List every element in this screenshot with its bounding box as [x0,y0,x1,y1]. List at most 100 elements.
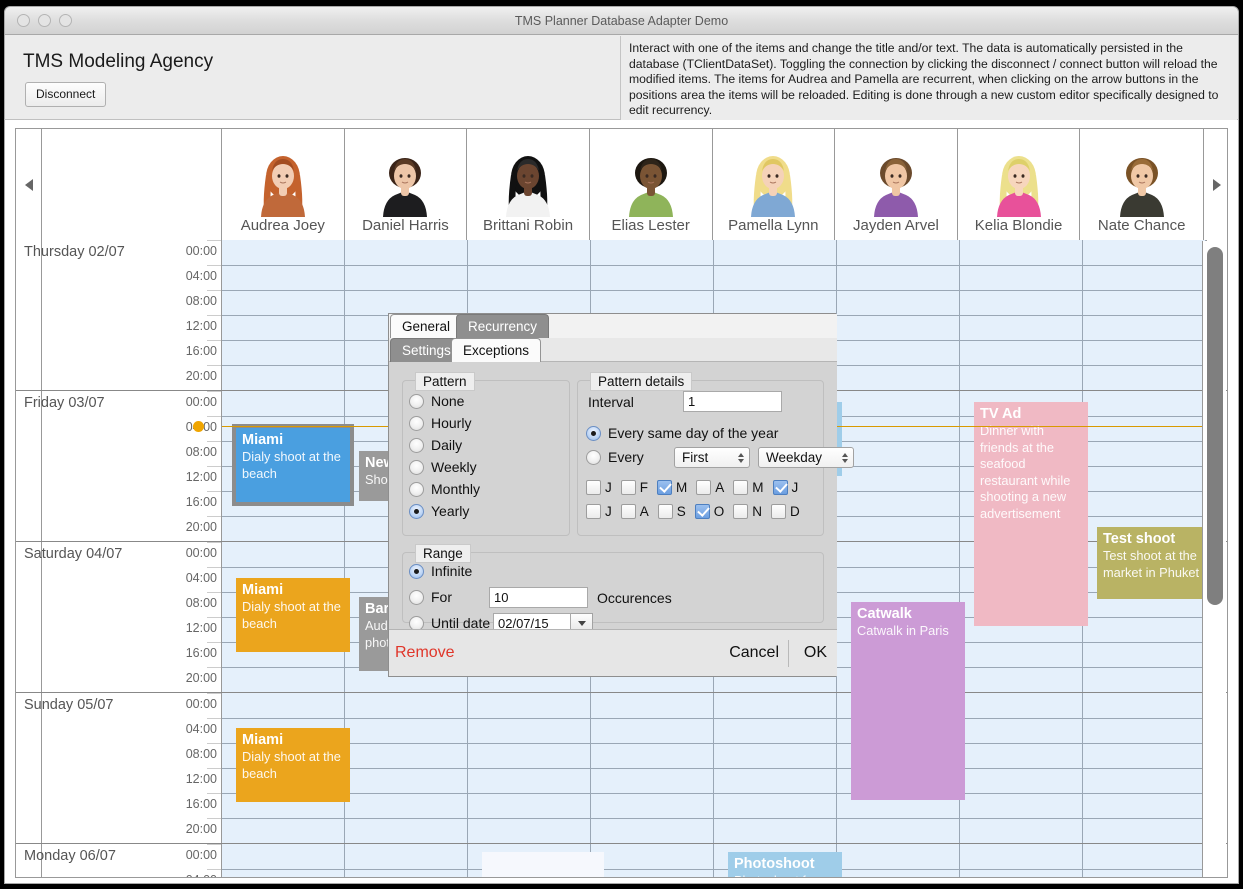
radio-pattern-weekly[interactable]: Weekly [409,459,480,475]
resource-column-header-1[interactable]: Daniel Harris [344,129,468,240]
occurrences-input[interactable] [489,587,588,608]
month-checkbox-3[interactable]: A [696,480,724,495]
radio-pattern-yearly[interactable]: Yearly [409,503,480,519]
grid-cell[interactable] [714,768,837,793]
grid-cell[interactable] [714,290,837,315]
grid-cell[interactable] [591,743,714,768]
month-checkbox-1[interactable]: F [620,480,648,495]
radio-pattern-daily[interactable]: Daily [409,437,480,453]
calendar-event[interactable]: Photoshoot Photoshoot for bikini magazin… [728,852,842,877]
grid-cell[interactable] [591,290,714,315]
calendar-event[interactable]: Test shoot Test shoot at the market in P… [1097,527,1211,599]
grid-cell[interactable] [960,315,1083,340]
month-checkbox-8[interactable]: S [657,504,686,519]
grid-cell[interactable] [345,693,468,718]
grid-cell[interactable] [837,818,960,843]
grid-cell[interactable] [1083,718,1206,743]
grid-cell[interactable] [837,567,960,592]
grid-cell[interactable] [960,844,1083,869]
grid-cell[interactable] [714,718,837,743]
grid-cell[interactable] [1083,768,1206,793]
selected-time-range[interactable] [482,852,604,877]
grid-cell[interactable] [1083,441,1206,466]
resource-column-header-2[interactable]: Brittani Robin [467,129,590,240]
grid-cell[interactable] [837,869,960,877]
remove-button[interactable]: Remove [395,644,455,662]
grid-cell[interactable] [960,693,1083,718]
grid-cell[interactable] [591,240,714,265]
grid-cell[interactable] [960,340,1083,365]
grid-cell[interactable] [837,542,960,567]
scrollbar-thumb[interactable] [1207,247,1223,605]
calendar-event[interactable]: Miami Dialy shoot at the beach [236,728,350,802]
grid-cell[interactable] [1083,642,1206,667]
grid-cell[interactable] [345,869,468,877]
grid-cell[interactable] [1083,290,1206,315]
grid-cell[interactable] [837,265,960,290]
resource-column-header-4[interactable]: Pamella Lynn [712,129,836,240]
month-checkbox-5[interactable]: J [772,480,798,495]
ok-button[interactable]: OK [804,644,827,662]
unit-select[interactable]: Weekday [758,447,854,468]
grid-cell[interactable] [714,793,837,818]
grid-cell[interactable] [837,315,960,340]
grid-cell[interactable] [222,818,345,843]
vertical-scrollbar[interactable] [1202,241,1226,877]
radio-pattern-none[interactable]: None [409,393,480,409]
radio-every-nth[interactable]: Every [586,449,644,465]
grid-cell[interactable] [1083,340,1206,365]
grid-cell[interactable] [222,869,345,877]
grid-cell[interactable] [222,240,345,265]
grid-cell[interactable] [1083,667,1206,692]
ordinal-select[interactable]: First [674,447,750,468]
grid-cell[interactable] [591,265,714,290]
grid-cell[interactable] [1083,818,1206,843]
tab-exceptions[interactable]: Exceptions [451,338,542,362]
prev-resources-button[interactable] [16,129,42,240]
grid-cell[interactable] [837,240,960,265]
grid-cell[interactable] [960,768,1083,793]
grid-cell[interactable] [837,491,960,516]
grid-cell[interactable] [222,844,345,869]
grid-cell[interactable] [714,240,837,265]
grid-cell[interactable] [1083,617,1206,642]
grid-cell[interactable] [468,240,591,265]
grid-cell[interactable] [345,290,468,315]
grid-cell[interactable] [468,818,591,843]
disconnect-button[interactable]: Disconnect [25,82,107,107]
grid-cell[interactable] [714,693,837,718]
grid-cell[interactable] [960,793,1083,818]
grid-cell[interactable] [837,844,960,869]
interval-input[interactable] [683,391,782,412]
grid-cell[interactable] [222,391,345,416]
grid-cell[interactable] [345,265,468,290]
grid-cell[interactable] [1083,466,1206,491]
calendar-event[interactable]: Catwalk Catwalk in Paris [851,602,965,800]
grid-cell[interactable] [468,718,591,743]
grid-cell[interactable] [1083,793,1206,818]
grid-cell[interactable] [468,793,591,818]
grid-cell[interactable] [960,667,1083,692]
grid-cell[interactable] [222,365,345,390]
calendar-event[interactable]: TV Ad Dinner with friends at the seafood… [974,402,1088,626]
radio-infinite[interactable]: Infinite [409,563,472,579]
grid-cell[interactable] [837,290,960,315]
grid-cell[interactable] [1083,693,1206,718]
month-checkbox-10[interactable]: N [733,504,762,519]
grid-cell[interactable] [714,265,837,290]
calendar-event[interactable]: Miami Dialy shoot at the beach [236,428,350,502]
resource-column-header-3[interactable]: Elias Lester [589,129,713,240]
radio-every-same-day[interactable]: Every same day of the year [586,425,778,441]
grid-cell[interactable] [222,667,345,692]
grid-cell[interactable] [1083,743,1206,768]
month-checkbox-2[interactable]: M [657,480,687,495]
grid-cell[interactable] [591,844,714,869]
grid-cell[interactable] [222,693,345,718]
month-checkbox-7[interactable]: A [620,504,649,519]
grid-cell[interactable] [1083,491,1206,516]
grid-cell[interactable] [837,516,960,541]
grid-cell[interactable] [222,542,345,567]
grid-cell[interactable] [468,768,591,793]
grid-cell[interactable] [960,240,1083,265]
grid-cell[interactable] [837,365,960,390]
